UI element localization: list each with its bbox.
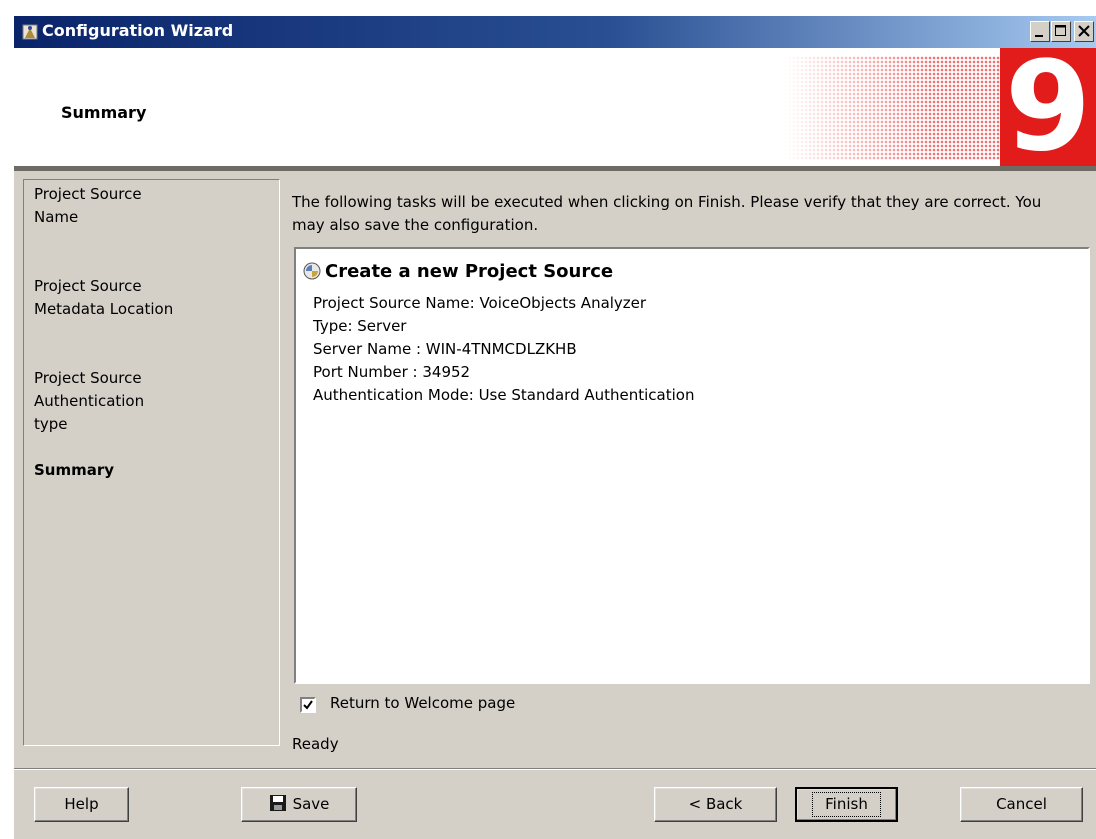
maximize-icon	[1055, 25, 1066, 36]
brand-number: 9	[1004, 48, 1092, 166]
task-title: Create a new Project Source	[325, 261, 614, 282]
task-line-authentication-mode: Authentication Mode: Use Standard Authen…	[313, 386, 695, 404]
project-source-icon	[302, 261, 322, 281]
window-title: Configuration Wizard	[42, 21, 234, 40]
save-button[interactable]: Save	[241, 787, 357, 822]
sidebar-item-summary[interactable]: Summary	[34, 459, 114, 482]
task-line-server-name: Server Name : WIN-4TNMCDLZKHB	[313, 340, 577, 358]
summary-panel: Create a new Project Source Project Sour…	[294, 247, 1090, 684]
header-separator	[14, 166, 1096, 171]
back-button[interactable]: < Back	[654, 787, 777, 822]
sidebar-item-authentication-type[interactable]: Project Source Authentication type	[34, 367, 144, 436]
title-bar[interactable]: Configuration Wizard	[14, 16, 1096, 48]
finish-button[interactable]: Finish	[795, 787, 898, 822]
page-title: Summary	[61, 103, 147, 122]
minimize-icon	[1035, 35, 1043, 37]
finish-label: Finish	[812, 792, 881, 817]
cancel-button[interactable]: Cancel	[960, 787, 1083, 822]
wizard-header: Summary 9	[14, 48, 1096, 166]
minimize-button[interactable]	[1030, 21, 1050, 42]
configuration-wizard-window: Configuration Wizard Summary 9 Project S…	[14, 16, 1096, 839]
brand-dot-pattern	[784, 56, 1000, 160]
return-to-welcome-checkbox[interactable]	[300, 697, 316, 713]
status-text: Ready	[292, 735, 339, 753]
maximize-button[interactable]	[1051, 21, 1071, 42]
close-icon	[1078, 25, 1090, 37]
return-to-welcome-label[interactable]: Return to Welcome page	[330, 694, 515, 712]
floppy-disk-icon	[269, 794, 286, 811]
sidebar-item-metadata-location[interactable]: Project Source Metadata Location	[34, 275, 173, 321]
sidebar-item-project-source-name[interactable]: Project Source Name	[34, 183, 142, 229]
help-button[interactable]: Help	[34, 787, 129, 822]
wizard-steps-sidebar: Project Source Name Project Source Metad…	[23, 179, 280, 746]
task-line-port-number: Port Number : 34952	[313, 363, 471, 381]
task-details: Project Source Name: VoiceObjects Analyz…	[313, 292, 694, 407]
intro-text: The following tasks will be executed whe…	[292, 193, 1042, 234]
brand-logo: 9	[1000, 48, 1096, 166]
wizard-app-icon	[20, 22, 40, 42]
checkmark-icon	[303, 700, 313, 710]
save-label: Save	[292, 795, 330, 813]
task-line-project-source-name: Project Source Name: VoiceObjects Analyz…	[313, 294, 647, 312]
task-line-type: Type: Server	[313, 317, 407, 335]
footer-separator	[14, 768, 1096, 770]
close-button[interactable]	[1074, 21, 1094, 42]
